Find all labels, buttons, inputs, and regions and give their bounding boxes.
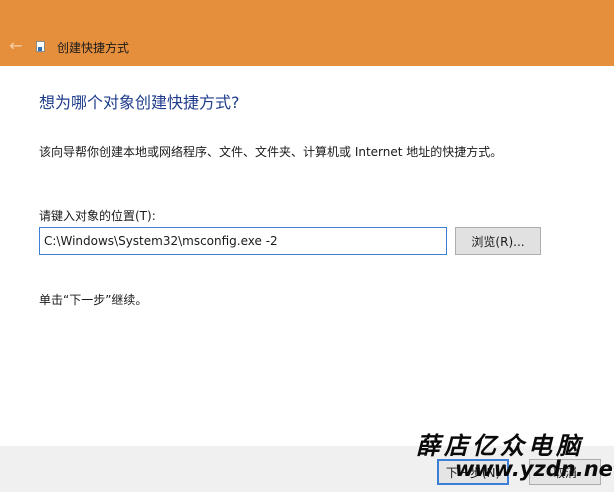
watermark-name: 薛店亿众电脑 (416, 431, 584, 460)
back-button[interactable]: ← (4, 34, 28, 58)
watermark-url: www.yzdn.net (455, 457, 614, 481)
window-title: 创建快捷方式 (57, 41, 130, 55)
wizard-description: 该向导帮你创建本地或网络程序、文件、文件夹、计算机或 Internet 地址的快… (39, 145, 503, 159)
arrow-left-icon: ← (9, 36, 23, 55)
shortcut-icon (36, 41, 45, 52)
location-label: 请键入对象的位置(T): (39, 209, 156, 223)
location-input[interactable] (39, 227, 447, 255)
title-bar: ← 创建快捷方式 (0, 0, 614, 66)
page-heading: 想为哪个对象创建快捷方式? (39, 93, 240, 112)
browse-button[interactable]: 浏览(R)... (455, 227, 541, 255)
continue-hint: 单击“下一步”继续。 (39, 293, 148, 307)
